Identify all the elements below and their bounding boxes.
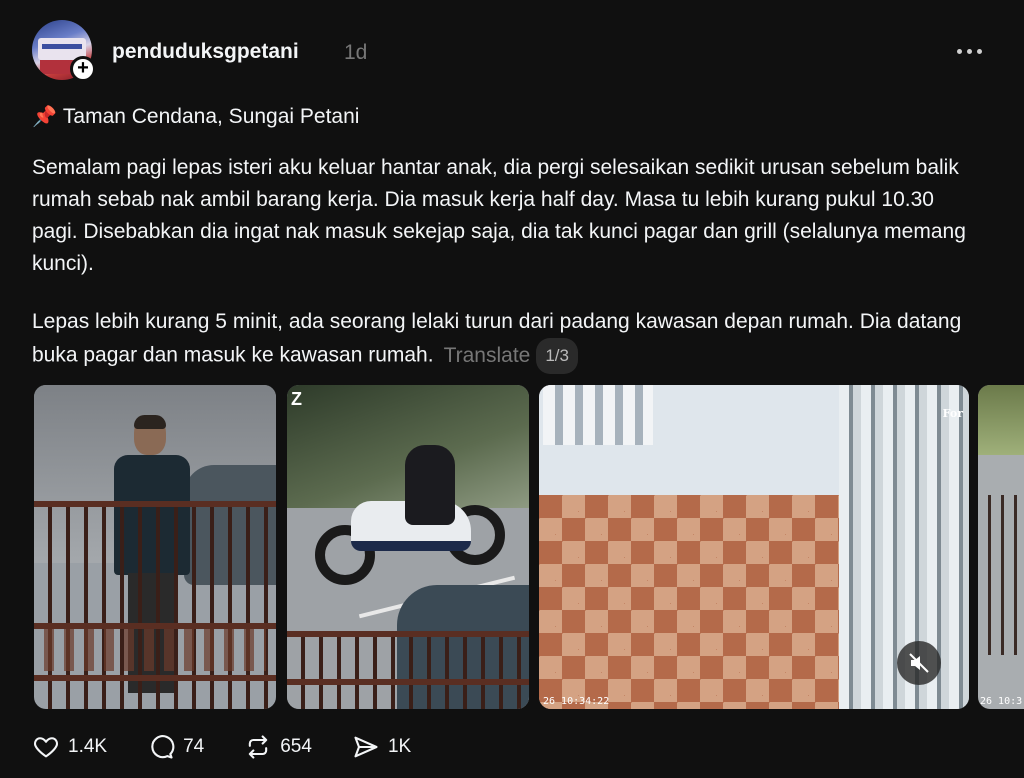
image4-timestamp: 26 10:3: [980, 696, 1023, 707]
post-paragraph-2: Lepas lebih kurang 5 minit, ada seorang …: [32, 306, 982, 374]
heart-icon: [33, 737, 59, 758]
page-indicator: 1/3: [536, 338, 578, 374]
like-button[interactable]: 1.4K: [32, 733, 107, 761]
send-icon: [354, 736, 378, 758]
comment-button[interactable]: 74: [147, 733, 204, 761]
translate-link[interactable]: Translate: [444, 344, 531, 367]
media-video-3[interactable]: For 26 10:34:22: [539, 385, 969, 709]
media-image-2[interactable]: Z: [287, 385, 529, 709]
action-bar: 1.4K 74 654 1K: [32, 732, 451, 762]
repost-count: 654: [280, 736, 312, 757]
location-text: Taman Cendana, Sungai Petani: [62, 104, 360, 128]
media-image-1[interactable]: [34, 385, 276, 709]
repost-icon: [249, 735, 268, 759]
share-count: 1K: [387, 736, 412, 757]
video-timestamp: 26 10:34:22: [543, 696, 610, 707]
post-paragraph-1: Semalam pagi lepas isteri aku keluar han…: [32, 156, 966, 275]
mute-toggle-button[interactable]: [897, 641, 941, 685]
location-line: 📌 Taman Cendana, Sungai Petani: [32, 104, 359, 129]
like-count: 1.4K: [68, 736, 108, 757]
post-time: 1d: [344, 41, 368, 64]
pushpin-icon: 📌: [32, 106, 57, 128]
speaker-muted-icon: [909, 653, 929, 673]
username[interactable]: penduduksgpetani: [112, 40, 299, 64]
post-header: + penduduksgpetani 1d: [32, 20, 992, 82]
video-corner-text: For: [942, 407, 963, 420]
image-overlay-label: Z: [291, 389, 302, 409]
follow-plus-icon[interactable]: +: [70, 56, 96, 82]
repost-button[interactable]: 654: [244, 733, 312, 761]
media-image-4[interactable]: 26 10:3: [978, 385, 1024, 709]
more-options-icon[interactable]: [954, 40, 984, 62]
share-button[interactable]: 1K: [352, 733, 411, 761]
comment-bubble-icon: [151, 735, 175, 759]
comment-count: 74: [183, 736, 205, 757]
